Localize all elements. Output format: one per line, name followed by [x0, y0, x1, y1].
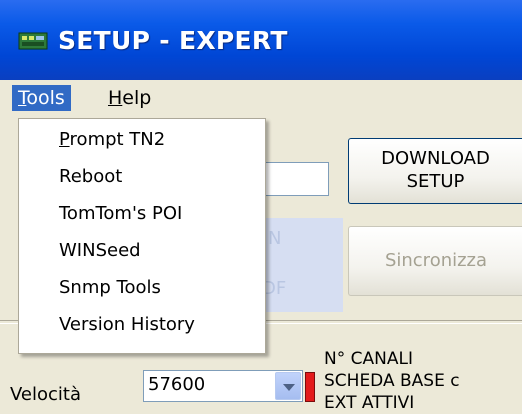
menu-item-snmp-tools[interactable]: Snmp Tools	[59, 277, 161, 298]
velocita-value: 57600	[148, 374, 206, 395]
download-label-line1: DOWNLOAD	[381, 148, 490, 169]
tools-dropdown-menu: Prompt TN2 Reboot TomTom's POI WINSeed S…	[18, 118, 266, 354]
faded-label-n: N	[268, 228, 282, 249]
sync-button[interactable]: Sincronizza	[348, 226, 522, 296]
menu-item-winseed[interactable]: WINSeed	[59, 240, 141, 261]
menu-item-tomtom-poi[interactable]: TomTom's POI	[59, 203, 182, 224]
canali-line2: SCHEDA BASE c	[324, 371, 460, 391]
app-icon	[18, 32, 48, 50]
window-title: SETUP - EXPERT	[58, 26, 288, 55]
combo-dropdown-button[interactable]	[275, 372, 301, 400]
download-label-line2: SETUP	[406, 171, 465, 192]
menu-item-prompt-tn2[interactable]: Prompt TN2	[59, 129, 165, 150]
menu-item-reboot[interactable]: Reboot	[59, 166, 122, 187]
velocita-combo[interactable]: 57600	[143, 370, 303, 402]
canali-label: N° CANALI SCHEDA BASE c EXT ATTIVI	[324, 348, 460, 414]
canali-line3: EXT ATTIVI	[324, 393, 415, 413]
menu-bar: Tools Help	[0, 80, 522, 116]
chevron-down-icon	[283, 384, 295, 391]
title-bar[interactable]: SETUP - EXPERT	[0, 0, 522, 80]
menu-help[interactable]: Help	[102, 85, 157, 111]
menu-tools[interactable]: Tools	[12, 85, 71, 111]
download-setup-button[interactable]: DOWNLOAD SETUP	[348, 138, 522, 204]
canali-line1: N° CANALI	[324, 349, 413, 369]
velocita-label: Velocità	[10, 384, 81, 405]
status-indicator	[305, 372, 315, 402]
menu-item-version-history[interactable]: Version History	[59, 314, 195, 335]
